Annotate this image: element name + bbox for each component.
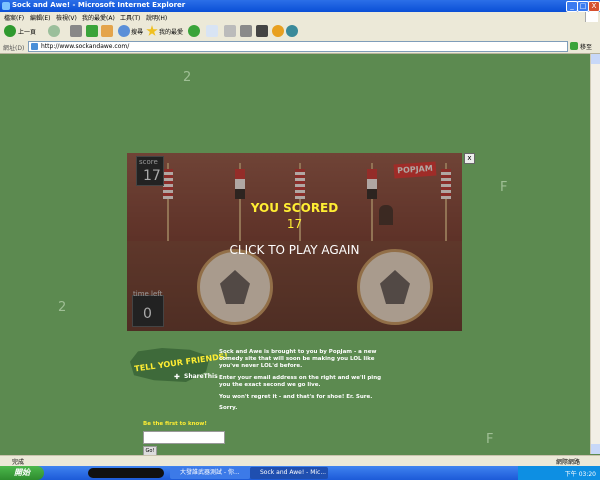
address-bar: 網址(D) http://www.sockandawe.com/ 移至 — [0, 40, 600, 54]
forward-icon[interactable] — [48, 25, 60, 37]
scroll-up-button[interactable] — [591, 54, 600, 64]
game-over-overlay — [127, 153, 462, 331]
score-value: 17 — [143, 168, 161, 184]
search-icon[interactable] — [118, 25, 130, 37]
promo-text: Sock and Awe is brought to you by PopJam… — [219, 349, 377, 369]
search-label[interactable]: 搜尋 — [131, 27, 143, 36]
address-url[interactable]: http://www.sockandawe.com/ — [41, 43, 129, 50]
taskbar: 開始 大發誰武器測試 - 你... Sock and Awe! - Mic...… — [0, 466, 600, 480]
menu-edit[interactable]: 編輯(E) — [30, 13, 50, 22]
promo-text: You won't regret it - and that's for sho… — [219, 394, 373, 400]
taskbar-item[interactable]: 大發誰武器測試 - 你... — [170, 467, 250, 479]
floating-mark: F — [500, 180, 508, 195]
time-box: time left 0 — [132, 290, 164, 327]
toolbar: 上一頁 搜尋 我的最愛 — [0, 23, 600, 41]
history-icon[interactable] — [188, 25, 200, 37]
favorites-star-icon[interactable] — [146, 25, 158, 36]
windows-logo-icon — [585, 12, 598, 22]
signup-label: Be the first to know! — [143, 421, 207, 427]
time-value: 0 — [143, 306, 152, 322]
messenger-icon[interactable] — [272, 25, 284, 37]
zone-text: 網際網路 — [555, 459, 580, 466]
page-icon — [31, 43, 38, 50]
floating-mark: 2 — [58, 300, 67, 315]
promo-text: Enter your email address on the right an… — [219, 375, 382, 388]
vertical-scrollbar[interactable] — [590, 54, 600, 454]
print-icon[interactable] — [224, 25, 236, 37]
research-icon[interactable] — [286, 25, 298, 37]
address-input[interactable]: http://www.sockandawe.com/ — [28, 41, 568, 52]
start-button[interactable]: 開始 — [0, 466, 44, 480]
score-label: score — [139, 158, 158, 166]
time-label: time left — [133, 290, 163, 298]
back-label[interactable]: 上一頁 — [18, 27, 36, 36]
promo-text: Sorry. — [219, 405, 238, 411]
back-icon[interactable] — [4, 25, 16, 37]
you-scored-heading: YOU SCORED — [250, 201, 339, 215]
floating-mark: F — [486, 432, 494, 447]
menu-help[interactable]: 說明(H) — [146, 13, 167, 22]
window-title: Sock and Awe! - Microsoft Internet Explo… — [12, 1, 186, 9]
go-arrow-icon[interactable] — [570, 42, 578, 50]
play-again-button[interactable]: CLICK TO PLAY AGAIN — [127, 243, 462, 257]
ie-icon — [2, 2, 10, 10]
floating-mark: 2 — [183, 70, 192, 85]
favorites-label[interactable]: 我的最愛 — [159, 27, 183, 36]
share-icon[interactable]: ✚ — [174, 373, 182, 381]
menu-file[interactable]: 檔案(F) — [4, 13, 24, 22]
mail-icon[interactable] — [206, 25, 218, 37]
final-score: 17 — [286, 217, 303, 231]
refresh-icon[interactable] — [86, 25, 98, 37]
go-label[interactable]: 移至 — [580, 42, 592, 51]
go-button[interactable]: 移至 — [570, 41, 596, 51]
close-button[interactable]: X — [588, 1, 600, 12]
stop-icon[interactable] — [70, 25, 82, 37]
share-label[interactable]: ShareThis — [184, 373, 218, 380]
title-bar: Sock and Awe! - Microsoft Internet Explo… — [0, 0, 600, 12]
system-tray: 下午 03:20 — [518, 466, 600, 480]
status-text: 完成 — [12, 459, 25, 466]
scroll-down-button[interactable] — [591, 444, 600, 454]
clock: 下午 03:20 — [564, 471, 596, 478]
address-label: 網址(D) — [3, 45, 25, 52]
score-box: score 17 — [136, 156, 164, 186]
menu-tools[interactable]: 工具(T) — [120, 13, 140, 22]
home-icon[interactable] — [101, 25, 113, 37]
menu-favorites[interactable]: 我的最愛(A) — [82, 13, 115, 22]
taskbar-item-active[interactable]: Sock and Awe! - Mic... — [250, 467, 328, 479]
menu-view[interactable]: 檢視(V) — [56, 13, 77, 22]
email-field[interactable] — [143, 431, 225, 444]
discuss-icon[interactable] — [256, 25, 268, 37]
redacted-taskbar-item — [88, 468, 164, 478]
edit-icon[interactable] — [240, 25, 252, 37]
close-game-button[interactable]: x — [464, 153, 475, 164]
game-canvas[interactable]: POPJAM score 17 time left 0 YOU SCORED 1… — [127, 153, 462, 331]
